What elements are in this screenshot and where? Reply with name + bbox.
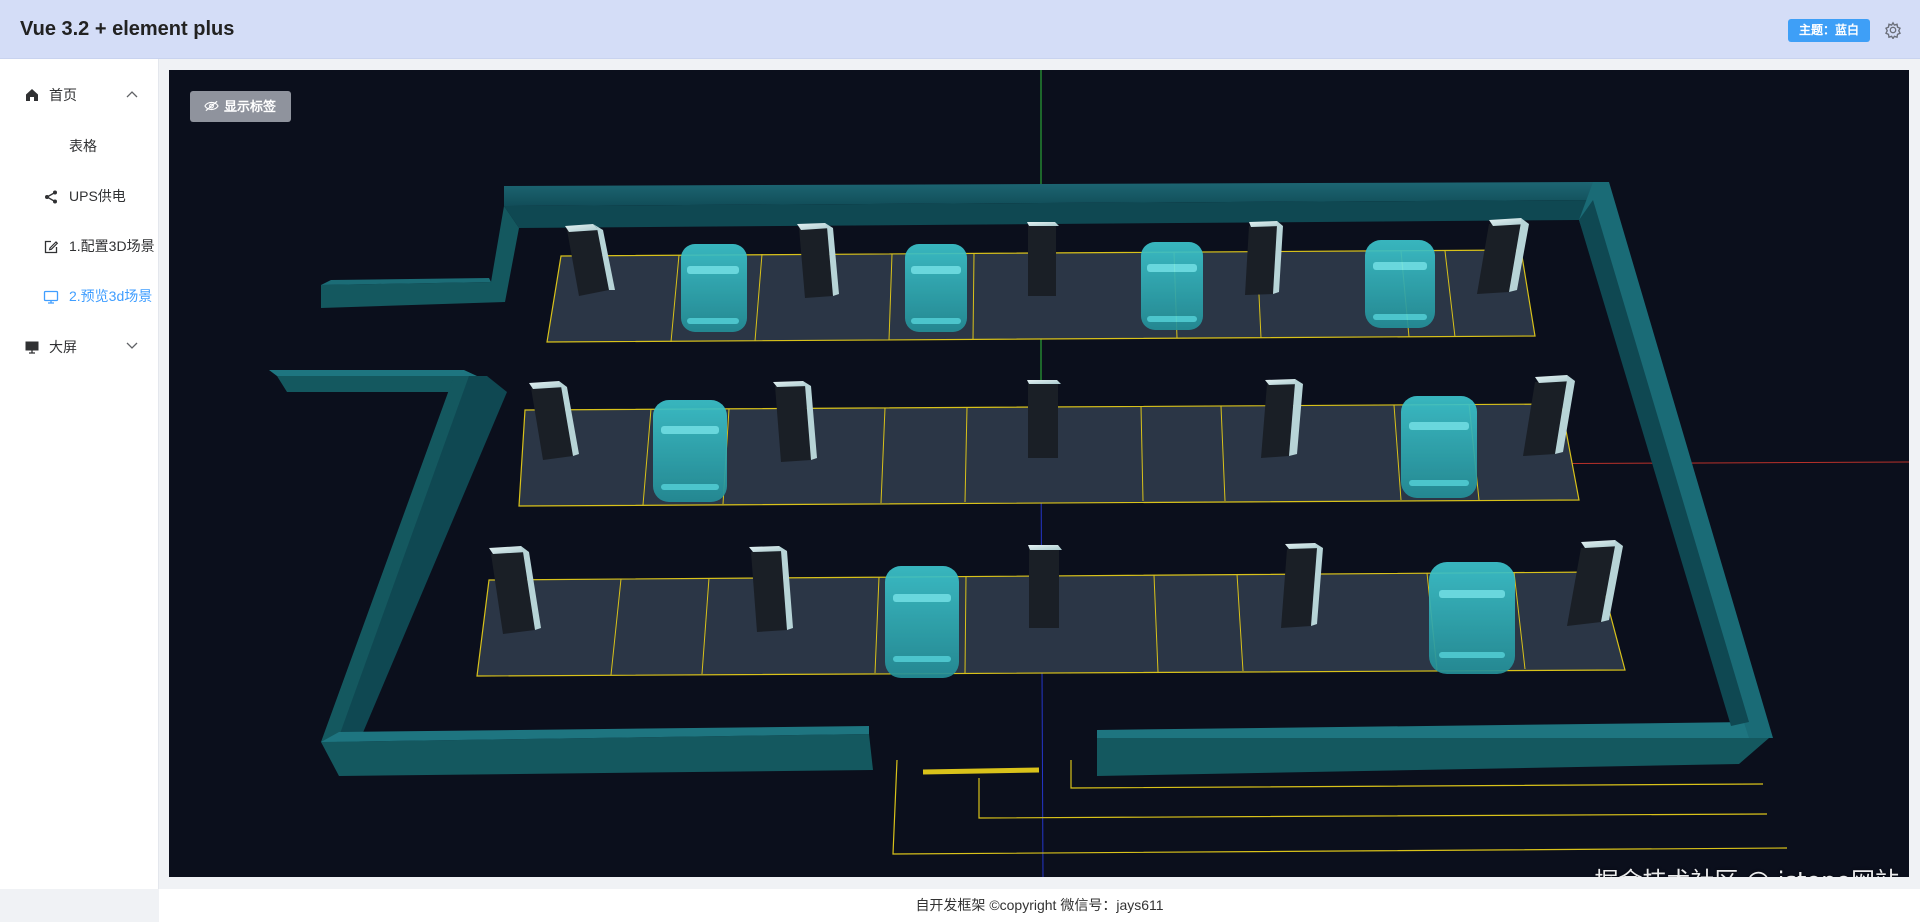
theme-badge[interactable]: 主题：蓝白 [1787, 19, 1870, 42]
pillar [1567, 540, 1623, 626]
monitor-icon [43, 290, 59, 304]
sidebar-item-label: 大屏 [49, 339, 77, 355]
watermark: 掘金技术社区 @ jstopo网站 [1595, 861, 1899, 877]
car [681, 244, 747, 332]
show-labels-label: 显示标签 [224, 99, 277, 114]
sidebar-menu: 首页 表格 UPS供电 1.配置3D场景 2.预览3d场景 大屏 [0, 59, 159, 889]
parking-3d-scene[interactable] [169, 70, 1909, 877]
screen-icon [25, 341, 39, 354]
sidebar-item-preview-3d[interactable]: 2.预览3d场景 [0, 271, 158, 321]
car [1429, 562, 1515, 674]
chevron-up-icon [126, 91, 138, 98]
show-labels-button[interactable]: 显示标签 [190, 91, 292, 122]
app-title: Vue 3.2 + element plus [20, 18, 235, 40]
sidebar-item-label: 首页 [49, 87, 77, 103]
sidebar-item-home[interactable]: 首页 [0, 69, 158, 121]
chevron-down-icon [126, 342, 138, 349]
sidebar-item-config-3d[interactable]: 1.配置3D场景 [0, 221, 158, 271]
pillar [1261, 379, 1303, 458]
footer: 自开发框架 ©copyright 微信号：jays611 [159, 889, 1920, 922]
sidebar-item-label: 2.预览3d场景 [69, 288, 153, 304]
pillar [1245, 221, 1283, 295]
sidebar-item-big-screen[interactable]: 大屏 [0, 321, 158, 373]
pillar [1028, 545, 1062, 628]
pillar [1027, 222, 1059, 296]
top-header: Vue 3.2 + element plus 主题：蓝白 [0, 0, 1920, 59]
car [1365, 240, 1435, 328]
sidebar-item-label: UPS供电 [69, 188, 126, 204]
footer-copyright: 自开发框架 ©copyright 微信号：jays611 [915, 897, 1164, 913]
car [1401, 396, 1477, 498]
car [653, 400, 727, 502]
share-icon [45, 190, 57, 204]
pillar [1281, 543, 1323, 628]
eye-off-icon [204, 100, 219, 112]
sidebar-item-table[interactable]: 表格 [0, 121, 158, 171]
gear-icon[interactable] [1884, 21, 1902, 39]
sidebar-item-ups[interactable]: UPS供电 [0, 171, 158, 221]
car [1141, 242, 1203, 330]
pillar [1027, 380, 1061, 458]
sidebar-item-label: 表格 [69, 138, 97, 154]
scene-viewport[interactable]: 显示标签 掘金技术社区 @ jstopo网站 [169, 70, 1909, 877]
sidebar-item-label: 1.配置3D场景 [69, 238, 155, 254]
home-icon [26, 89, 38, 101]
edit-icon [44, 240, 59, 254]
car [905, 244, 967, 332]
car [885, 566, 959, 678]
entrance-guides [892, 759, 1788, 855]
